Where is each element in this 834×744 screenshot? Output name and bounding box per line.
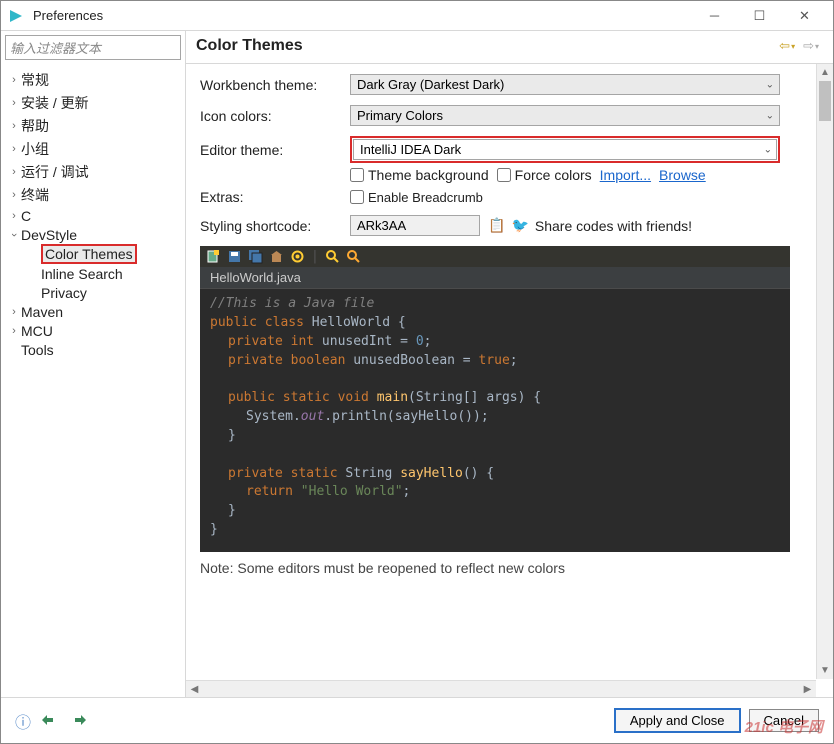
editor-tab[interactable]: HelloWorld.java (200, 267, 790, 289)
minimize-button[interactable]: ─ (692, 2, 737, 30)
editor-toolbar: | (200, 246, 790, 267)
editor-theme-label: Editor theme: (200, 142, 350, 158)
nav-forward-button[interactable]: ⇨▾ (799, 38, 823, 54)
vertical-scrollbar[interactable]: ▲ ▼ (816, 64, 833, 679)
share-text: Share codes with friends! (535, 218, 692, 234)
tree-item-devstyle[interactable]: ›DevStyle (5, 225, 181, 244)
window-title: Preferences (33, 8, 692, 23)
import-prefs-icon[interactable] (41, 712, 59, 729)
titlebar: Preferences ─ ☐ ✕ (1, 1, 833, 31)
app-icon (7, 7, 25, 25)
note-text: Note: Some editors must be reopened to r… (200, 560, 805, 576)
icon-colors-label: Icon colors: (200, 108, 350, 124)
tree-item-team[interactable]: ›小组 (5, 137, 181, 160)
main-header: Color Themes ⇦▾ ⇨▾ (186, 31, 833, 64)
footer: ⓘ Apply and Close Cancel 21ic 电子网 (1, 697, 833, 743)
tree-item-privacy[interactable]: Privacy (5, 283, 181, 302)
tree-item-inline-search[interactable]: Inline Search (5, 264, 181, 283)
clipboard-icon[interactable]: 📋 (488, 217, 505, 234)
main-panel: Color Themes ⇦▾ ⇨▾ Workbench theme: Dark… (186, 31, 833, 697)
icon-colors-select[interactable]: Primary Colors (350, 105, 780, 126)
workbench-theme-label: Workbench theme: (200, 77, 350, 93)
scroll-down-icon[interactable]: ▼ (817, 662, 833, 679)
filter-input[interactable]: 输入过滤器文本 (5, 35, 181, 60)
code-preview: //This is a Java file public class Hello… (200, 289, 790, 552)
extras-label: Extras: (200, 189, 350, 205)
close-button[interactable]: ✕ (782, 2, 827, 30)
tree-item-color-themes[interactable]: Color Themes (41, 244, 137, 264)
page-title: Color Themes (196, 37, 775, 55)
shortcode-input[interactable] (350, 215, 480, 236)
preferences-tree: ›常规 ›安装 / 更新 ›帮助 ›小组 ›运行 / 调试 ›终端 ›C ›De… (1, 66, 185, 697)
workbench-theme-select[interactable]: Dark Gray (Darkest Dark) (350, 74, 780, 95)
tree-item-help[interactable]: ›帮助 (5, 114, 181, 137)
tree-item-mcu[interactable]: ›MCU (5, 321, 181, 340)
nav-back-button[interactable]: ⇦▾ (775, 38, 799, 54)
magnifier-icon[interactable] (346, 249, 361, 264)
tree-item-c[interactable]: ›C (5, 206, 181, 225)
scroll-left-icon[interactable]: ◀ (186, 681, 203, 697)
scrollbar-thumb[interactable] (819, 81, 831, 121)
tree-item-general[interactable]: ›常规 (5, 68, 181, 91)
scroll-up-icon[interactable]: ▲ (817, 64, 833, 81)
enable-breadcrumb-checkbox[interactable]: Enable Breadcrumb (350, 190, 483, 205)
save-icon[interactable] (227, 249, 242, 264)
help-icon[interactable]: ⓘ (15, 709, 31, 733)
editor-preview: | HelloWorld.java //This is a Java file … (200, 246, 790, 552)
export-prefs-icon[interactable] (69, 712, 87, 729)
twitter-icon[interactable]: 🐦 (511, 217, 528, 234)
save-all-icon[interactable] (248, 249, 263, 264)
force-colors-checkbox[interactable]: Force colors (497, 167, 592, 183)
build-icon[interactable] (269, 249, 284, 264)
tree-item-maven[interactable]: ›Maven (5, 302, 181, 321)
sidebar: 输入过滤器文本 ›常规 ›安装 / 更新 ›帮助 ›小组 ›运行 / 调试 ›终… (1, 31, 186, 697)
search-toolbar-icon[interactable] (325, 249, 340, 264)
browse-link[interactable]: Browse (659, 167, 706, 183)
horizontal-scrollbar[interactable]: ◀ ▶ (186, 680, 816, 697)
tree-item-run[interactable]: ›运行 / 调试 (5, 160, 181, 183)
form-area: Workbench theme: Dark Gray (Darkest Dark… (186, 64, 833, 697)
new-file-icon[interactable] (206, 249, 221, 264)
import-link[interactable]: Import... (600, 167, 651, 183)
apply-and-close-button[interactable]: Apply and Close (614, 708, 741, 733)
cancel-button[interactable]: Cancel (749, 709, 819, 732)
tree-item-terminal[interactable]: ›终端 (5, 183, 181, 206)
scroll-right-icon[interactable]: ▶ (799, 681, 816, 697)
editor-theme-select[interactable]: IntelliJ IDEA Dark (353, 139, 777, 160)
tree-item-install[interactable]: ›安装 / 更新 (5, 91, 181, 114)
theme-background-checkbox[interactable]: Theme background (350, 167, 489, 183)
maximize-button[interactable]: ☐ (737, 2, 782, 30)
shortcode-label: Styling shortcode: (200, 218, 350, 234)
tree-item-tools[interactable]: Tools (5, 340, 181, 359)
gear-icon[interactable] (290, 249, 305, 264)
